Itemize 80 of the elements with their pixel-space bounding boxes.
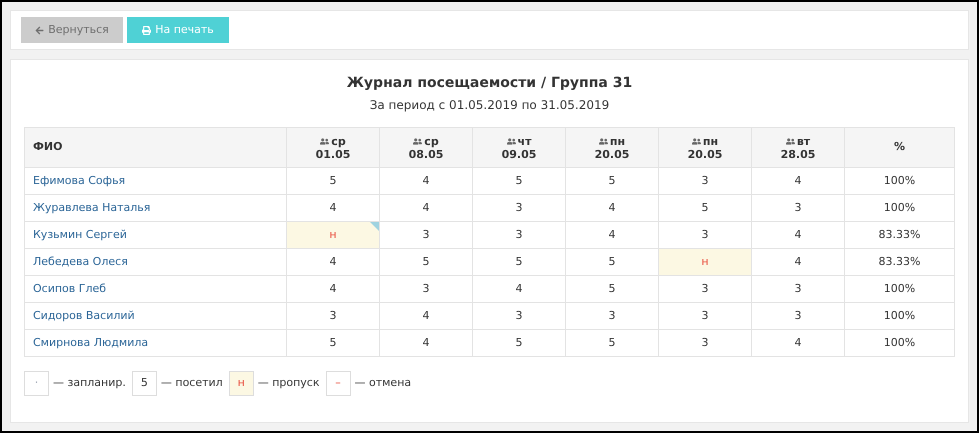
percent-cell: 83.33% <box>844 222 954 248</box>
grade-cell: 5 <box>658 194 752 222</box>
legend-label: — пропуск <box>258 375 320 392</box>
grade-cell: 4 <box>380 194 472 222</box>
grade-cell: 5 <box>286 330 380 356</box>
student-name-link[interactable]: Смирнова Людмила <box>24 330 286 356</box>
grade-cell: 3 <box>566 302 658 330</box>
grade-cell: 4 <box>380 302 472 330</box>
percent-cell: 100% <box>844 194 954 222</box>
legend-label: — посетил <box>160 375 223 392</box>
column-header: % <box>844 128 954 168</box>
legend-sample: – <box>326 371 350 396</box>
grade-cell: 4 <box>380 168 472 194</box>
percent-cell: 100% <box>844 276 954 302</box>
people-icon <box>506 136 516 146</box>
grade-cell: 5 <box>566 330 658 356</box>
percent-cell: 83.33% <box>844 248 954 276</box>
grade-cell: 5 <box>286 168 380 194</box>
legend-sample: · <box>24 371 49 396</box>
column-header: пн 20.05 <box>566 128 658 168</box>
people-icon <box>786 136 795 146</box>
people-icon <box>413 136 422 146</box>
legend-sample: 5 <box>132 371 157 396</box>
legend-label: — запланир. <box>53 375 126 392</box>
absence-cell: н <box>658 248 752 276</box>
grade-cell: 3 <box>752 194 844 222</box>
grade-cell: 3 <box>658 168 752 194</box>
grade-cell: 3 <box>658 330 752 356</box>
percent-cell: 100% <box>844 168 954 194</box>
student-name-link[interactable]: Сидоров Василий <box>24 302 286 330</box>
column-header: ФИО <box>24 128 286 168</box>
grade-cell: 3 <box>472 222 566 248</box>
student-name-link[interactable]: Ефимова Софья <box>24 168 286 194</box>
grade-cell: 4 <box>380 330 472 356</box>
student-name-link[interactable]: Лебедева Олеся <box>24 248 286 276</box>
grade-cell: 3 <box>286 302 380 330</box>
grade-cell: 5 <box>380 248 472 276</box>
grade-cell: 4 <box>286 248 380 276</box>
report-period: За период с 01.05.2019 по 31.05.2019 <box>368 97 610 113</box>
grade-cell: 4 <box>566 194 658 222</box>
grade-cell: 4 <box>752 330 844 356</box>
grade-cell: 3 <box>472 302 566 330</box>
grade-cell: 3 <box>380 222 472 248</box>
absence-cell: н <box>286 222 380 248</box>
student-name-link[interactable]: Кузьмин Сергей <box>24 222 286 248</box>
grade-cell: 3 <box>658 276 752 302</box>
percent-cell: 100% <box>844 330 954 356</box>
grade-cell: 5 <box>566 168 658 194</box>
grade-cell: 4 <box>752 222 844 248</box>
grade-cell: 4 <box>752 168 844 194</box>
grade-cell: 3 <box>658 302 752 330</box>
legend-label: — отмена <box>354 375 412 392</box>
grade-cell: 3 <box>752 302 844 330</box>
column-header: вт 28.05 <box>752 128 844 168</box>
column-header: пн 20.05 <box>658 128 752 168</box>
column-header: ср 01.05 <box>286 128 380 168</box>
people-icon <box>692 136 701 146</box>
grade-cell: 4 <box>752 248 844 276</box>
grade-cell: 4 <box>286 276 380 302</box>
legend-sample: н <box>228 371 254 396</box>
people-icon <box>320 136 330 146</box>
grade-cell: 4 <box>566 222 658 248</box>
student-name-link[interactable]: Журавлева Наталья <box>24 194 286 222</box>
grade-cell: 5 <box>472 248 566 276</box>
student-name-link[interactable]: Осипов Глеб <box>24 276 286 302</box>
grade-cell: 5 <box>472 330 566 356</box>
grade-cell: 3 <box>380 276 472 302</box>
percent-cell: 100% <box>844 302 954 330</box>
grade-cell: 3 <box>752 276 844 302</box>
report-title: Журнал посещаемости / Группа 31 <box>346 74 634 92</box>
grade-cell: 5 <box>472 168 566 194</box>
grade-cell: 5 <box>566 276 658 302</box>
column-header: ср 08.05 <box>380 128 472 168</box>
arrow-left-icon <box>35 26 44 34</box>
people-icon <box>598 136 608 146</box>
grade-cell: 4 <box>472 276 566 302</box>
column-header: чт 09.05 <box>472 128 566 168</box>
grade-cell: 3 <box>472 194 566 222</box>
grade-cell: 5 <box>566 248 658 276</box>
printer-icon <box>142 26 152 34</box>
